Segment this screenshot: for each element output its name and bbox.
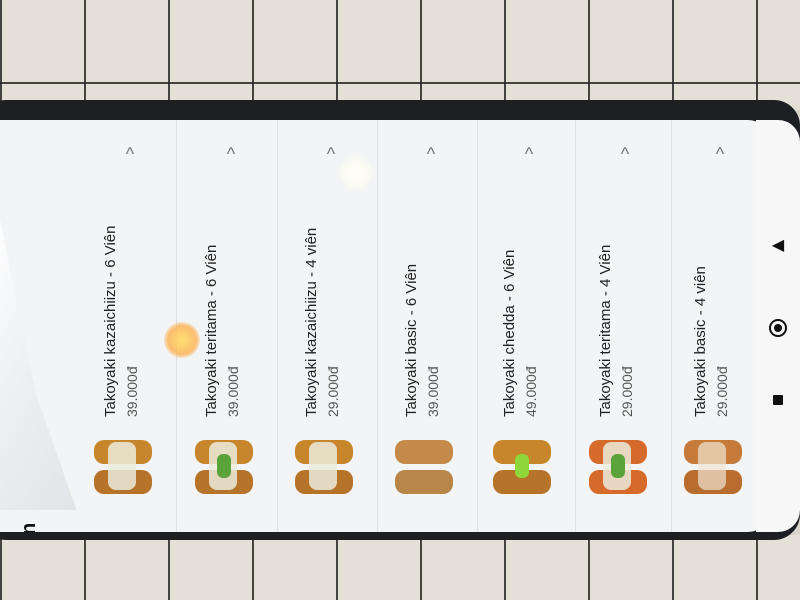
light-glare <box>338 155 374 191</box>
menu-item[interactable]: Takoyaki kazaichiizu - 6 Viên 39.000đ ^ <box>80 120 177 532</box>
chevron-up-icon[interactable]: ^ <box>321 144 341 164</box>
menu-item[interactable]: Takoyaki teritama - 6 Viên 39.000đ ^ <box>181 120 278 532</box>
menu-item-price: 39.000đ <box>124 366 140 417</box>
menu-item-name: Takoyaki kazaichiizu - 4 viên <box>303 227 320 417</box>
system-nav-bar: ◀ <box>756 120 800 532</box>
menu-item-price: 29.000đ <box>325 366 341 417</box>
menu-item-price: 29.000đ <box>714 366 730 417</box>
menu-item-name: Takoyaki teritama - 4 Viên <box>597 244 614 417</box>
menu-item-price: 39.000đ <box>425 366 441 417</box>
recent-square-icon[interactable] <box>768 390 788 410</box>
food-thumbnail <box>289 432 359 502</box>
chevron-up-icon[interactable]: ^ <box>710 144 730 164</box>
menu-item-price: 39.000đ <box>225 366 241 417</box>
menu-item[interactable]: Takoyaki chedda - 6 Viên 49.000đ ^ <box>479 120 576 532</box>
menu-item-price: 49.000đ <box>523 366 539 417</box>
food-thumbnail <box>389 432 459 502</box>
home-circle-icon[interactable] <box>768 318 788 338</box>
food-thumbnail <box>583 432 653 502</box>
menu-item-name: Takoyaki kazaichiizu - 6 Viên <box>102 225 119 417</box>
light-glare <box>164 322 200 358</box>
menu-item-name: Takoyaki basic - 4 viên <box>692 266 709 417</box>
food-thumbnail <box>189 432 259 502</box>
chevron-up-icon[interactable]: ^ <box>221 144 241 164</box>
menu-item[interactable]: Takoyaki basic - 6 Viên 39.000đ ^ <box>381 120 478 532</box>
menu-item-name: Takoyaki chedda - 6 Viên <box>501 249 518 417</box>
menu-item-name: Takoyaki basic - 6 Viên <box>403 263 420 417</box>
food-thumbnail <box>88 432 158 502</box>
menu-item[interactable]: Takoyaki basic - 4 viên 29.000đ ^ <box>670 120 766 532</box>
menu-item-name: Takoyaki teritama - 6 Viên <box>203 244 220 417</box>
chevron-up-icon[interactable]: ^ <box>120 144 140 164</box>
back-triangle-icon[interactable]: ◀ <box>768 235 788 255</box>
page-title: Thực đơn <box>18 523 41 532</box>
background-tiles-bottom <box>0 535 800 600</box>
background-tiles-top <box>0 0 800 110</box>
chevron-up-icon[interactable]: ^ <box>519 144 539 164</box>
menu-item-price: 29.000đ <box>619 366 635 417</box>
food-thumbnail <box>678 432 748 502</box>
chevron-up-icon[interactable]: ^ <box>421 144 441 164</box>
menu-item[interactable]: Takoyaki teritama - 4 Viên 29.000đ ^ <box>575 120 672 532</box>
chevron-up-icon[interactable]: ^ <box>615 144 635 164</box>
food-thumbnail <box>487 432 557 502</box>
